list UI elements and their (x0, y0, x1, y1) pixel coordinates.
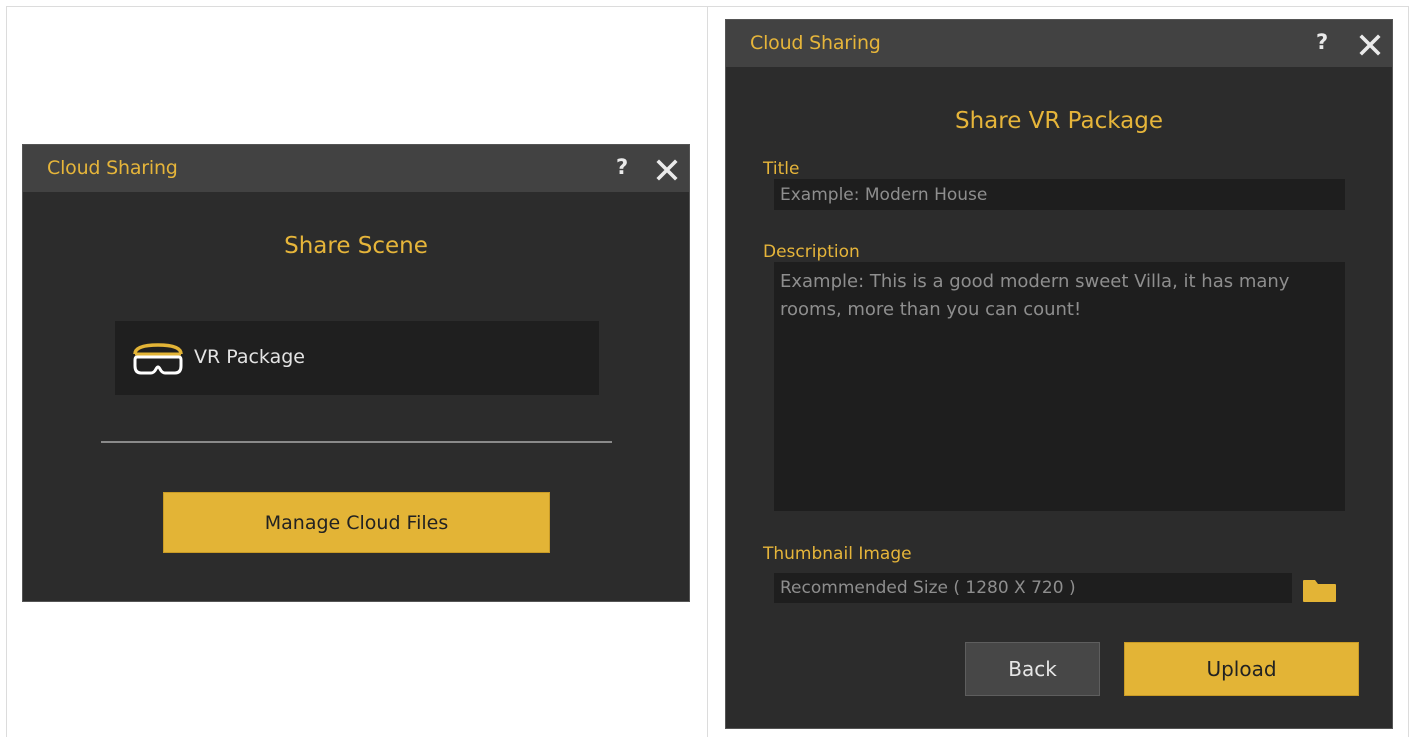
help-button[interactable]: ? (616, 155, 628, 179)
title-input[interactable] (774, 179, 1345, 210)
close-icon[interactable] (1358, 33, 1382, 57)
help-button[interactable]: ? (1316, 30, 1328, 54)
back-button[interactable]: Back (965, 642, 1100, 696)
vr-package-label: VR Package (194, 346, 305, 368)
dialog-titlebar[interactable]: Cloud Sharing ? (726, 20, 1392, 67)
dialog-title: Cloud Sharing (750, 32, 881, 54)
description-textarea[interactable] (774, 262, 1345, 511)
share-vr-package-dialog: Cloud Sharing ? Share VR Package Title D… (725, 19, 1393, 729)
frame-line-middle (707, 6, 708, 737)
dialog-heading: Share VR Package (954, 108, 1164, 134)
frame-line-right (1408, 6, 1409, 737)
frame-line-left (6, 6, 7, 737)
title-field-label: Title (763, 159, 800, 179)
dialog-title: Cloud Sharing (47, 157, 178, 179)
close-icon[interactable] (655, 158, 679, 182)
divider (101, 441, 612, 443)
screenshot-canvas: Cloud Sharing ? Share Scene VR Package M… (0, 0, 1415, 737)
upload-button[interactable]: Upload (1124, 642, 1359, 696)
manage-cloud-files-button[interactable]: Manage Cloud Files (163, 492, 550, 553)
vr-package-option[interactable]: VR Package (115, 321, 599, 395)
vr-headset-icon (133, 343, 183, 375)
share-scene-dialog: Cloud Sharing ? Share Scene VR Package M… (22, 144, 690, 602)
description-field-label: Description (763, 242, 860, 262)
dialog-heading: Share Scene (284, 233, 428, 259)
dialog-titlebar[interactable]: Cloud Sharing ? (23, 145, 689, 192)
thumbnail-path-input[interactable] (774, 573, 1292, 603)
folder-icon[interactable] (1302, 579, 1337, 603)
thumbnail-field-label: Thumbnail Image (763, 544, 912, 564)
